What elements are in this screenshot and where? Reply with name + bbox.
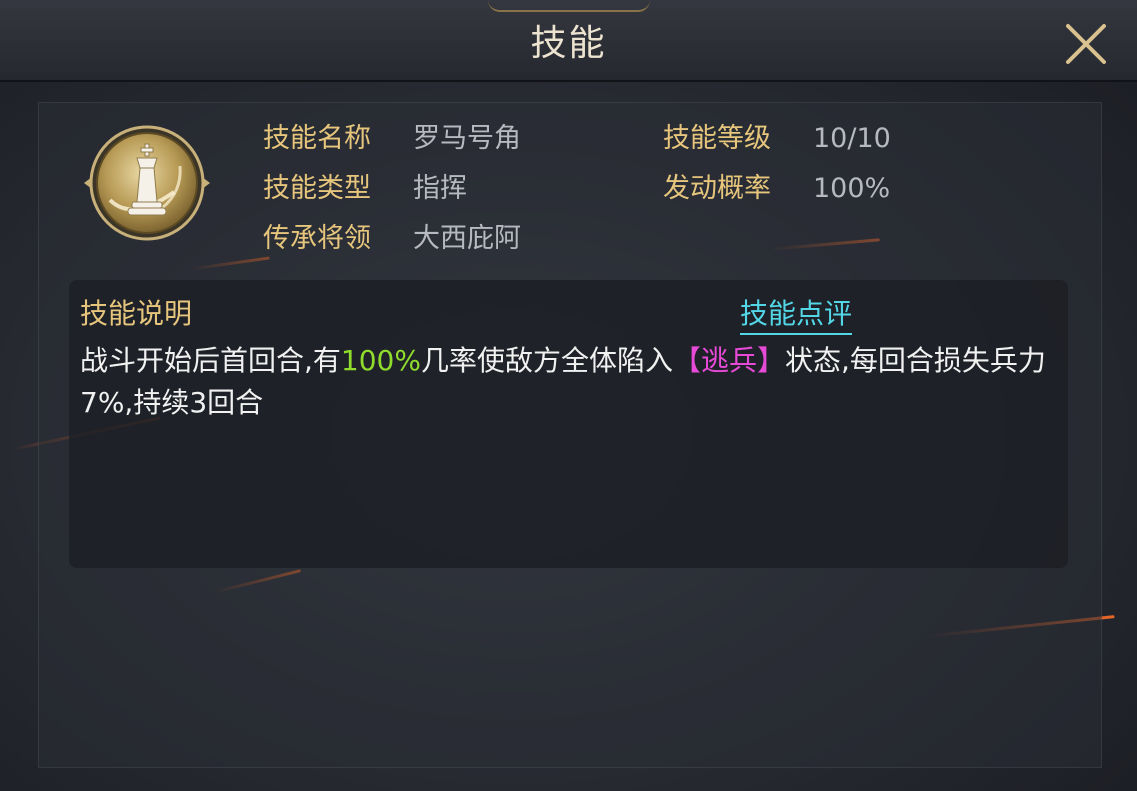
skill-name-value: 罗马号角 [413, 123, 521, 154]
close-icon [1066, 24, 1106, 64]
skill-icon-badge [82, 122, 212, 244]
trigger-rate-label: 发动概率 [663, 173, 771, 204]
description-segment: 战斗开始后首回合,有 [80, 344, 341, 377]
description-text: 战斗开始后首回合,有100%几率使敌方全体陷入【逃兵】状态,每回合损失兵力7%,… [80, 340, 1050, 424]
skill-review-link[interactable]: 技能点评 [740, 292, 853, 335]
close-button[interactable] [1060, 18, 1112, 70]
title-bar: 技能 [0, 0, 1137, 82]
window-title: 技能 [530, 23, 607, 64]
inherit-general-value: 大西庇阿 [413, 223, 521, 254]
skill-type-label: 技能类型 [263, 173, 371, 204]
description-title: 技能说明 [80, 297, 193, 330]
description-highlight-status: 【逃兵】 [672, 344, 785, 377]
skill-type-value: 指挥 [413, 173, 467, 204]
description-highlight-rate: 100% [340, 344, 421, 377]
skill-level-label: 技能等级 [663, 123, 771, 154]
inherit-general-label: 传承将领 [263, 223, 371, 254]
chess-king-icon [84, 125, 210, 241]
skill-level-value: 10/10 [813, 123, 891, 154]
description-box [69, 280, 1068, 568]
skill-name-label: 技能名称 [263, 123, 371, 154]
trigger-rate-value: 100% [813, 173, 891, 204]
description-segment: 几率使敌方全体陷入 [420, 344, 673, 377]
title-ornament [488, 0, 650, 12]
